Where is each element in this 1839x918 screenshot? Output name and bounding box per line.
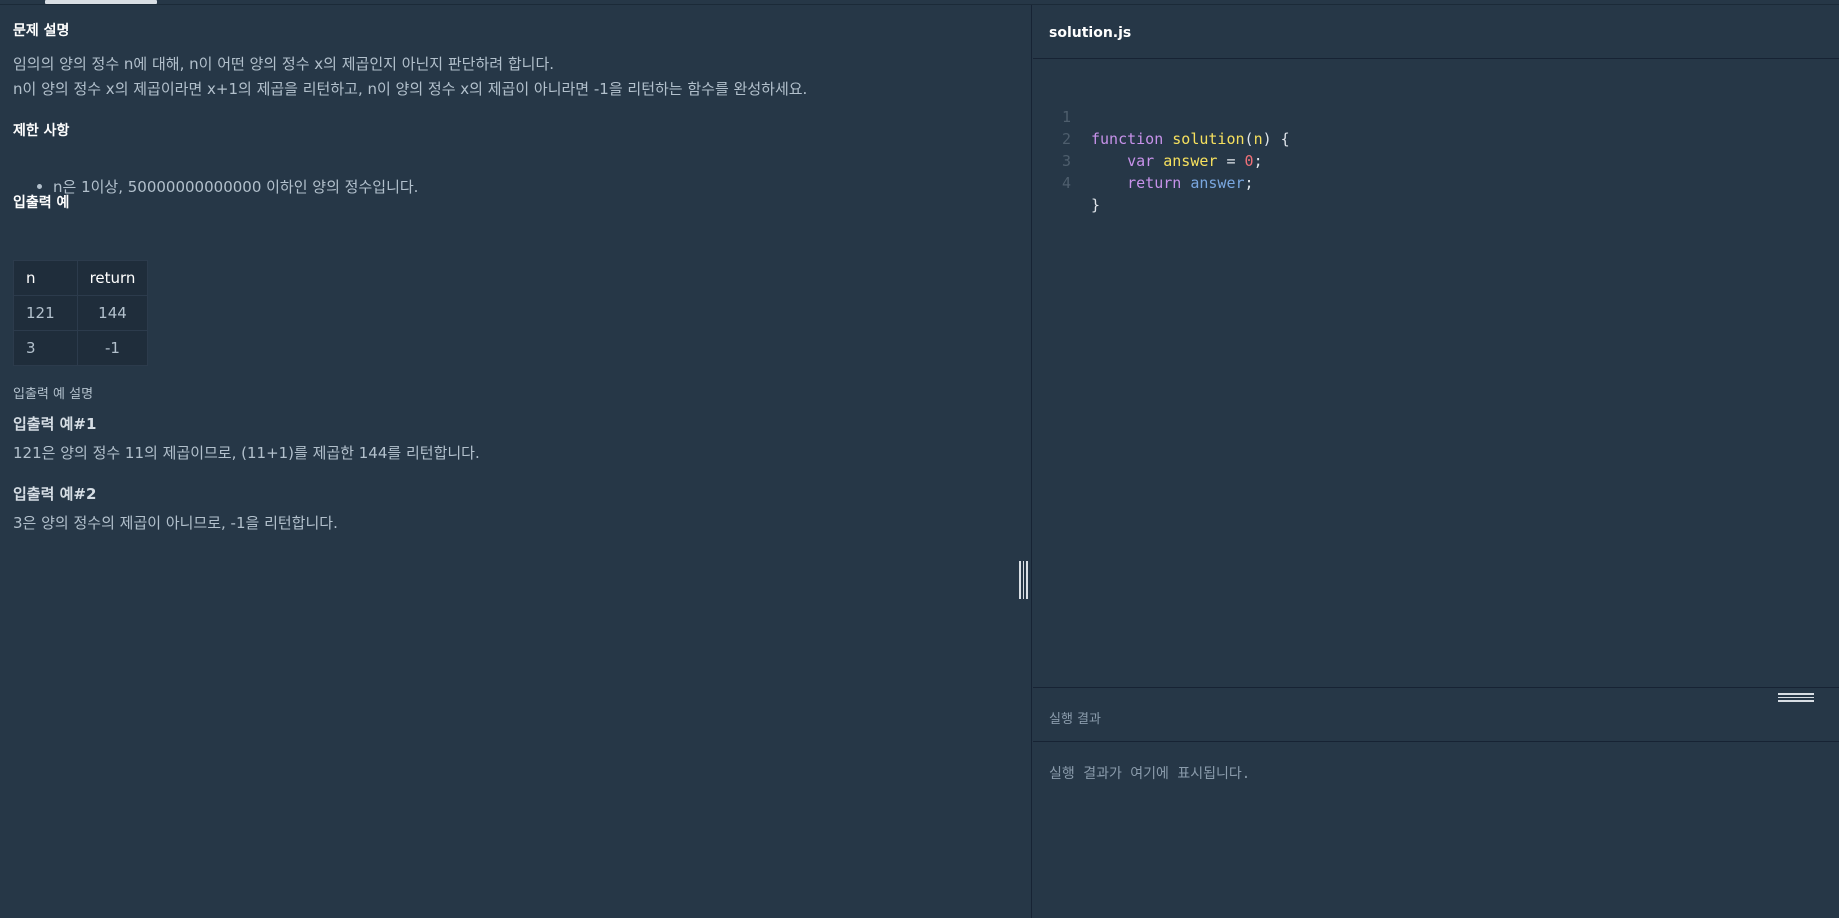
table-row: 3 -1 (13, 330, 148, 366)
table-row: 121 144 (13, 295, 148, 331)
line-number: 4 (1061, 174, 1071, 192)
problem-section-title: 문제 설명 (13, 23, 70, 39)
code-token-number: 0 (1244, 152, 1254, 170)
code-token-keyword: function (1091, 130, 1164, 148)
code-line[interactable]: 4 } (1033, 150, 1100, 214)
io-example-table: n return 121 144 3 -1 (13, 260, 148, 366)
problem-description-line-2: n이 양의 정수 x의 제곱이라면 x+1의 제곱을 리턴하고, n이 양의 정… (13, 80, 808, 98)
code-line[interactable]: 3 return answer; (1033, 128, 1254, 192)
code-token-variable: answer (1163, 152, 1218, 170)
constraints-title: 제한 사항 (13, 123, 70, 139)
editor-panel: solution.js 1 function solution(n) { 2 v… (1033, 5, 1839, 918)
code-line[interactable]: 1 function solution(n) { (1033, 84, 1290, 148)
problem-description-line-1: 임의의 양의 정수 n에 대해, n이 어떤 양의 정수 x의 제곱인지 아닌지… (13, 55, 555, 73)
result-title: 실행 결과 (1049, 712, 1101, 727)
code-line[interactable]: 2 var answer = 0; (1033, 106, 1263, 170)
editor-file-header: solution.js (1033, 5, 1839, 59)
example-2-text: 3은 양의 정수의 제곱이 아니므로, -1을 리턴합니다. (13, 514, 338, 532)
result-header: 실행 결과 (1033, 687, 1839, 742)
problem-panel: 문제 설명 임의의 양의 정수 n에 대해, n이 어떤 양의 정수 x의 제곱… (0, 5, 1032, 918)
table-cell: 3 (13, 330, 78, 366)
code-token-function-name: solution (1172, 130, 1245, 148)
code-token-param: n (1253, 130, 1263, 148)
example-2-title: 입출력 예#2 (13, 485, 97, 503)
column-header-return: return (77, 260, 148, 296)
example-1-title: 입출력 예#1 (13, 415, 97, 433)
file-name: solution.js (1049, 25, 1132, 41)
constraint-item: n은 1이상, 50000000000000 이하인 양의 정수입니다. (34, 176, 418, 197)
active-tab-indicator[interactable] (45, 0, 157, 4)
code-token-keyword: return (1127, 174, 1182, 192)
panel-resize-handle[interactable] (1018, 561, 1028, 599)
table-cell: -1 (77, 330, 148, 366)
result-output: 실행 결과가 여기에 표시됩니다. (1049, 766, 1251, 782)
code-editor[interactable]: 1 function solution(n) { 2 var answer = … (1033, 59, 1839, 687)
table-cell: 144 (77, 295, 148, 331)
column-header-n: n (13, 260, 78, 296)
result-resize-handle[interactable] (1778, 692, 1814, 702)
table-header-row: n return (13, 260, 148, 296)
code-token-keyword: var (1127, 152, 1155, 170)
io-explain-title: 입출력 예 설명 (13, 387, 94, 402)
table-cell: 121 (13, 295, 78, 331)
code-token-identifier: answer (1190, 174, 1245, 192)
io-example-title: 입출력 예 (13, 195, 70, 211)
example-1-text: 121은 양의 정수 11의 제곱이므로, (11+1)를 제곱한 144를 리… (13, 444, 480, 462)
constraints-list: n은 1이상, 50000000000000 이하인 양의 정수입니다. (34, 176, 418, 197)
code-token-brace: } (1091, 196, 1101, 214)
